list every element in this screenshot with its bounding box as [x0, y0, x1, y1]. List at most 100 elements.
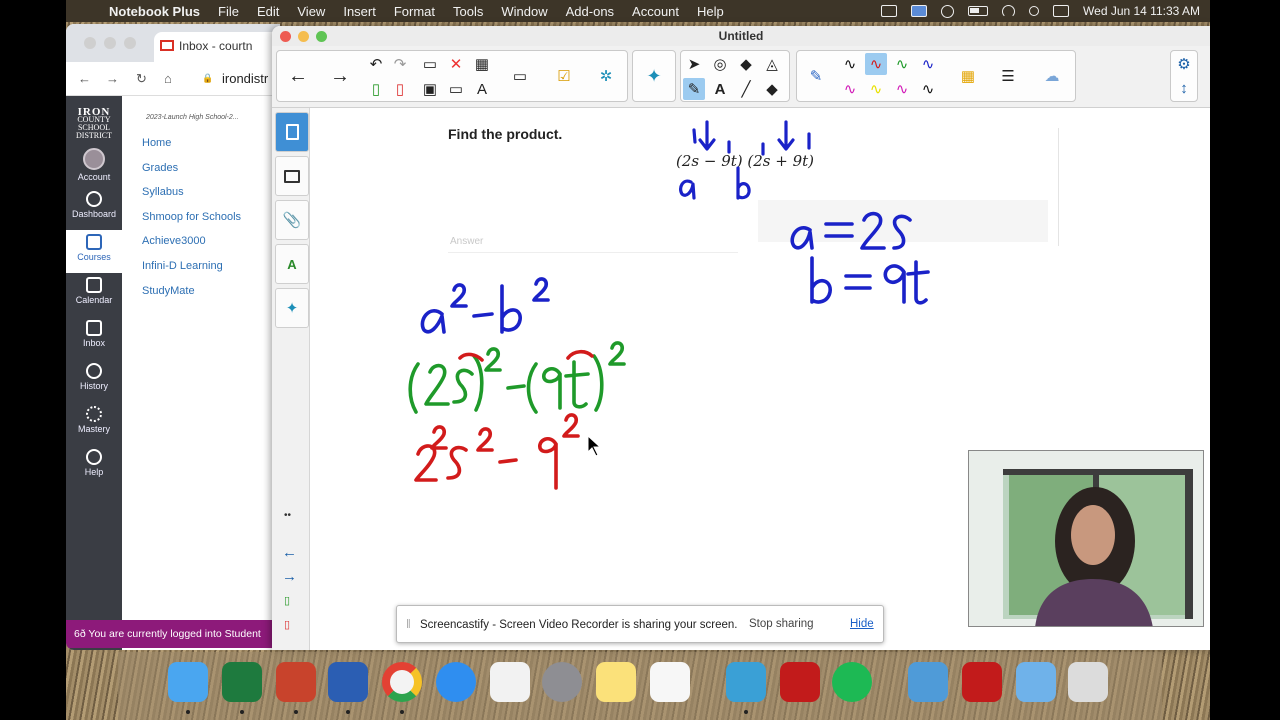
global-nav-history[interactable]: History [66, 359, 122, 402]
global-nav-help[interactable]: Help [66, 445, 122, 488]
previous-page-icon[interactable]: ← [287, 65, 309, 87]
open-file-icon[interactable]: ▭ [419, 53, 441, 75]
tab-page-sorter[interactable] [275, 112, 309, 152]
pdf-page-icon[interactable]: ▯ [389, 78, 411, 100]
menu-insert[interactable]: Insert [334, 4, 385, 19]
notes-icon[interactable] [596, 662, 636, 702]
course-nav-studymate[interactable]: StudyMate [122, 279, 280, 304]
screen-shade-icon[interactable]: ▭ [445, 78, 467, 100]
delete-page-icon[interactable]: ▯ [284, 618, 290, 631]
tab-attachments[interactable]: 📎 [275, 200, 309, 240]
menu-file[interactable]: File [209, 4, 248, 19]
browser-tab-inbox[interactable]: Inbox - courtn [154, 32, 280, 62]
menu-view[interactable]: View [288, 4, 334, 19]
add-page-icon[interactable]: ▯ [284, 594, 290, 607]
line-style-icon[interactable]: ☰ [997, 65, 1019, 87]
toolbar-position-icon[interactable]: ↕ [1173, 77, 1195, 99]
control-center-icon[interactable] [1053, 5, 1070, 17]
tab-gallery[interactable] [275, 156, 309, 196]
table-icon[interactable]: ▦ [471, 53, 493, 75]
pdf-document-icon[interactable] [962, 662, 1002, 702]
pen-dashed-magenta-icon[interactable]: ∿ [891, 78, 913, 100]
hide-link[interactable]: Hide [850, 618, 874, 630]
search-icon[interactable] [1029, 6, 1040, 16]
fill-bucket-icon[interactable]: ◬ [761, 53, 783, 75]
url-field[interactable]: irondistr [222, 71, 268, 86]
text-format-icon[interactable]: A [471, 78, 493, 100]
line-tool-icon[interactable]: ╱ [735, 78, 757, 100]
forward-arrow-icon[interactable]: → [106, 71, 119, 86]
global-nav-inbox[interactable]: Inbox [66, 316, 122, 359]
minimize-window-icon[interactable] [104, 37, 116, 49]
pen-properties-icon[interactable]: ✎ [805, 65, 827, 87]
close-window-icon[interactable] [84, 37, 96, 49]
district-logo[interactable]: IRON COUNTY SCHOOL DISTRICT [66, 96, 122, 144]
word-icon[interactable] [328, 662, 368, 702]
home-icon[interactable]: ⌂ [164, 71, 172, 86]
launchpad-icon[interactable] [490, 662, 530, 702]
applications-folder-icon[interactable] [908, 662, 948, 702]
select-pointer-icon[interactable]: ➤ [683, 53, 705, 75]
excel-icon[interactable] [222, 662, 262, 702]
color-palette-icon[interactable]: ▦ [957, 65, 979, 87]
course-breadcrumb[interactable]: 2023-Launch High School-2... [122, 96, 280, 121]
course-nav-shmoop[interactable]: Shmoop for Schools [122, 205, 280, 230]
acrobat-icon[interactable] [780, 662, 820, 702]
pen-black-icon[interactable]: ∿ [839, 53, 861, 75]
redo-icon[interactable]: ↷ [389, 53, 411, 75]
pen-magenta-icon[interactable]: ∿ [839, 78, 861, 100]
pen-dashed-black-icon[interactable]: ∿ [917, 78, 939, 100]
minimize-window-icon[interactable] [298, 31, 309, 42]
next-page-icon[interactable]: → [282, 568, 297, 585]
delete-icon[interactable]: ✕ [445, 53, 467, 75]
zoom-window-icon[interactable] [316, 31, 327, 42]
menu-clock[interactable]: Wed Jun 14 11:33 AM [1083, 4, 1200, 18]
notebook-app-icon[interactable] [726, 662, 766, 702]
course-nav-achieve3000[interactable]: Achieve3000 [122, 229, 280, 254]
system-settings-icon[interactable] [542, 662, 582, 702]
finder-icon[interactable] [168, 662, 208, 702]
pen-red-icon[interactable]: ∿ [865, 53, 887, 75]
cloud-effect-icon[interactable]: ☁ [1041, 65, 1063, 87]
drag-handle-icon[interactable]: ‖ [406, 619, 411, 631]
gear-icon[interactable]: ⚙ [1173, 53, 1195, 75]
text-tool-icon[interactable]: A [709, 78, 731, 100]
freeform-icon[interactable] [650, 662, 690, 702]
play-icon[interactable] [941, 4, 955, 18]
app-status-icon[interactable] [911, 5, 928, 17]
activity-builder-icon[interactable]: ✲ [595, 65, 617, 87]
reload-icon[interactable]: ↻ [136, 71, 147, 87]
shapes-icon[interactable]: ◎ [709, 53, 731, 75]
add-ons-puzzle-icon[interactable]: ✦ [643, 65, 665, 87]
menu-format[interactable]: Format [385, 4, 444, 19]
menu-app-name[interactable]: Notebook Plus [100, 4, 209, 19]
wifi-icon[interactable] [1002, 4, 1016, 18]
powerpoint-icon[interactable] [276, 662, 316, 702]
course-nav-home[interactable]: Home [122, 131, 280, 156]
tab-add-ons[interactable]: ✦ [275, 288, 309, 328]
fill-icon[interactable]: ◆ [735, 53, 757, 75]
global-nav-courses[interactable]: Courses [66, 230, 122, 273]
global-nav-dashboard[interactable]: Dashboard [66, 187, 122, 230]
pen-blue-icon[interactable]: ∿ [917, 53, 939, 75]
global-nav-calendar[interactable]: Calendar [66, 273, 122, 316]
global-nav-mastery[interactable]: Mastery [66, 402, 122, 445]
add-page-icon[interactable]: ▯ [365, 78, 387, 100]
chrome-icon[interactable] [382, 662, 422, 702]
stop-sharing-button[interactable]: Stop sharing [749, 618, 814, 630]
menu-add-ons[interactable]: Add-ons [557, 4, 623, 19]
tab-properties[interactable]: A [275, 244, 309, 284]
response-check-icon[interactable]: ☑ [553, 65, 575, 87]
screen-mirroring-icon[interactable] [881, 5, 898, 17]
display-icon[interactable]: ▭ [509, 65, 531, 87]
save-icon[interactable]: ▣ [419, 78, 441, 100]
close-window-icon[interactable] [280, 31, 291, 42]
course-nav-grades[interactable]: Grades [122, 156, 280, 181]
menu-help[interactable]: Help [688, 4, 733, 19]
eraser-icon[interactable]: ◆ [761, 78, 783, 100]
course-nav-syllabus[interactable]: Syllabus [122, 180, 280, 205]
global-nav-account[interactable]: Account [66, 144, 122, 187]
downloads-folder-icon[interactable] [1016, 662, 1056, 702]
safari-icon[interactable] [436, 662, 476, 702]
pen-tool-icon[interactable]: ✎ [683, 78, 705, 100]
